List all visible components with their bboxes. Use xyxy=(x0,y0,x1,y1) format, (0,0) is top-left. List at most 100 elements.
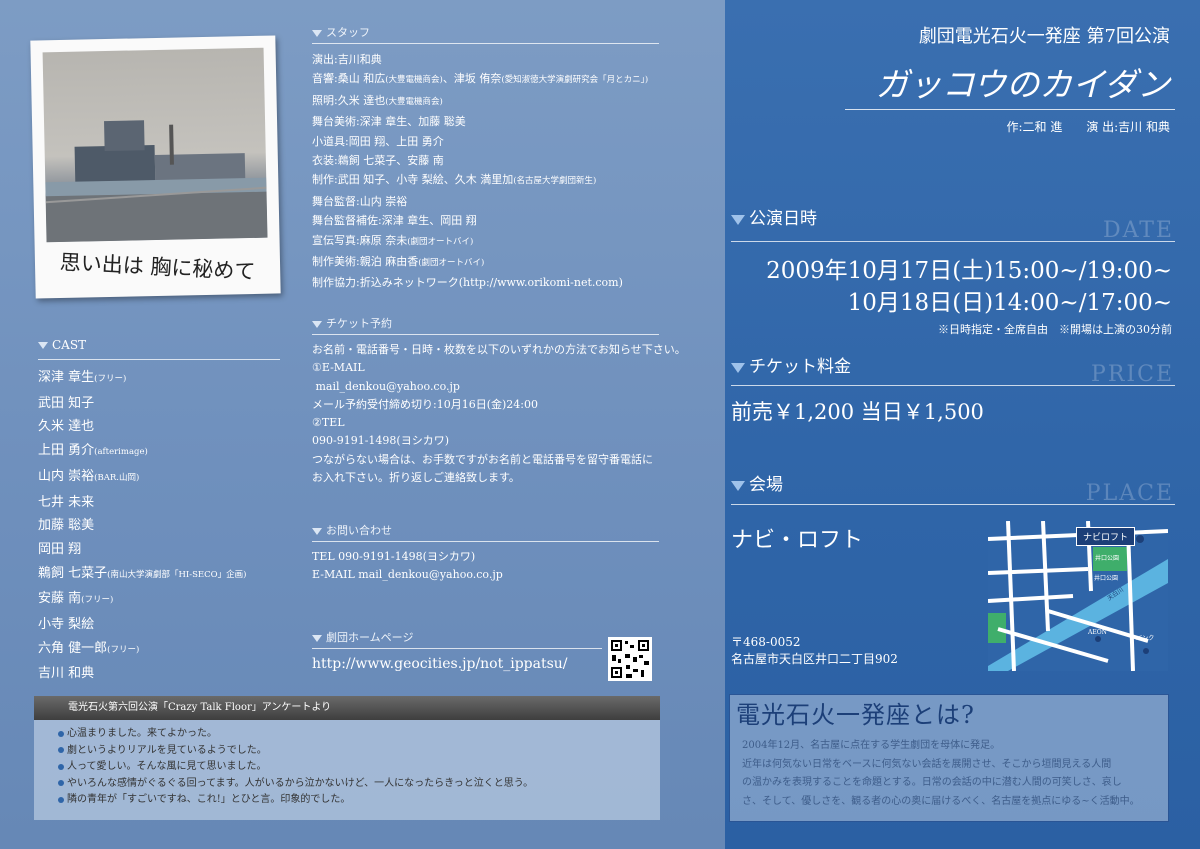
date-heading: 公演日時 xyxy=(731,204,817,229)
cast-name: 久米 達也 xyxy=(38,419,95,435)
bullet-icon xyxy=(58,796,64,803)
staff-name: 舞台監督:山内 崇裕 xyxy=(312,194,408,208)
credits: 作:二和 進 演 出:吉川 和典 xyxy=(1006,120,1170,134)
date-line-2: 10月18日(日)14:00~/17:00~ xyxy=(847,290,1172,316)
triangle-icon xyxy=(312,320,322,328)
bullet-icon xyxy=(58,730,64,737)
divider xyxy=(312,334,659,335)
ticket-line: 090-9191-1498(ヨシカワ) xyxy=(312,434,450,448)
cast-name: 深津 章生 xyxy=(38,370,95,385)
cast-list: 深津 章生(フリー) 武田 知子 久米 達也 上田 勇介(afterimage) 山内 … xyxy=(38,366,246,686)
map-park-label-2: 井口公園 xyxy=(1094,575,1119,582)
survey-title: 電光石火第六回公演「Crazy Talk Floor」アンケートより xyxy=(34,696,660,720)
about-title: 電光石火一発座とは? xyxy=(736,701,975,729)
homepage-heading: 劇団ホームページ xyxy=(312,629,413,645)
about-box: 電光石火一発座とは? 2004年12月、名古屋に点在する学生劇団を母体に発足。近… xyxy=(729,694,1169,822)
divider xyxy=(731,241,1175,242)
cast-name: 上田 勇介 xyxy=(38,443,95,459)
place-watermark: PLACE xyxy=(1085,481,1174,506)
survey-item: やいろんな感情がぐるぐる回ってます。人がいるから泣かないけど、一人になったらきっ… xyxy=(34,776,660,793)
homepage-url[interactable]: http://www.geocities.jp/not_ippatsu/ xyxy=(312,656,568,672)
contact-tel: TEL 090-9191-1498(ヨシカワ) xyxy=(312,550,476,563)
cast-name: 小寺 梨絵 xyxy=(38,617,95,633)
cast-heading: CAST xyxy=(38,338,86,352)
staff-affiliation: (名古屋大学劇団新生) xyxy=(513,176,597,187)
ticket-line: お入れ下さい。折り返しご連絡致します。 xyxy=(312,471,520,485)
building-photo xyxy=(42,47,268,243)
date-title: 公演日時 xyxy=(749,209,817,229)
divider xyxy=(38,359,280,360)
triangle-icon xyxy=(731,362,745,373)
staff-name: 照明:久米 達也 xyxy=(312,93,386,107)
price-watermark: PRICE xyxy=(1091,362,1174,387)
ticket-line: ①E-MAIL xyxy=(312,361,365,375)
cast-name: 岡田 翔 xyxy=(38,541,82,557)
bullet-icon xyxy=(58,763,64,770)
about-line: 近年は何気ない日常をベースに何気ない会話を展開させ、そこから垣間見える人間 xyxy=(742,758,1112,770)
cast-member: 武田 知子 xyxy=(38,392,246,416)
divider xyxy=(731,504,1175,505)
bullet-icon xyxy=(58,747,64,753)
ticket-info: お名前・電話番号・日時・枚数を以下のいずれかの方法でお知らせ下さい。 ①E-MAI… xyxy=(312,341,686,487)
homepage-title: 劇団ホームページ xyxy=(326,631,414,644)
contact-heading: お問い合わせ xyxy=(312,522,392,538)
staff-line: 音響:桑山 和広(大豊電機商会)、津坂 侑奈(愛知淑徳大学演劇研究会「月とカニ」… xyxy=(312,69,648,90)
cast-note: (フリー) xyxy=(81,595,114,606)
triangle-icon xyxy=(731,480,745,491)
staff-name-2: 、津坂 侑奈 xyxy=(442,72,502,86)
cast-member: 久米 達也 xyxy=(38,415,246,439)
staff-line: 小道具:岡田 翔、上田 勇介 xyxy=(312,132,648,151)
about-line: さ、そして、優しさを、観る者の心の奥に届けるべく、名古屋を拠点にゆる~く活動中。 xyxy=(742,795,1140,807)
polaroid-caption: 思い出は 胸に秘めて xyxy=(59,250,256,284)
cast-member: 吉川 和典 xyxy=(38,662,246,686)
survey-item: 心温まりました。来てよかった。 xyxy=(34,726,660,743)
cast-title: CAST xyxy=(52,338,87,352)
triangle-icon xyxy=(38,342,48,349)
date-watermark: DATE xyxy=(1102,218,1174,243)
cast-member: 深津 章生(フリー) xyxy=(38,366,246,392)
contact-info: TEL 090-9191-1498(ヨシカワ) E-MAIL mail_denk… xyxy=(312,548,503,585)
ticket-title: チケット予約 xyxy=(326,317,392,330)
cast-name: 安藤 南 xyxy=(38,591,82,607)
cast-member: 岡田 翔 xyxy=(38,538,246,562)
staff-list: 演出:吉川和典 音響:桑山 和広(大豊電機商会)、津坂 侑奈(愛知淑徳大学演劇研究… xyxy=(312,50,648,293)
staff-line: 照明:久米 達也(大豊電機商会) xyxy=(312,91,648,112)
triangle-icon xyxy=(312,527,322,535)
divider xyxy=(312,541,659,542)
survey-item: 人って愛しい。そんな風に見て思いました。 xyxy=(34,759,660,776)
price-text: 前売￥1,200 当日￥1,500 xyxy=(731,400,984,424)
about-text: 2004年12月、名古屋に点在する学生劇団を母体に発足。 近年は何気ない日常をベー… xyxy=(742,737,1162,811)
divider xyxy=(731,385,1175,386)
company-subtitle: 劇団電光石火一発座 第7回公演 xyxy=(918,26,1170,47)
ticket-line: つながらない場合は、お手数ですがお名前と電話番号を留守番電話に xyxy=(312,452,653,466)
cast-name: 武田 知子 xyxy=(38,395,95,411)
divider xyxy=(312,43,659,44)
staff-name: 舞台監督補佐:深津 章生、岡田 翔 xyxy=(312,214,477,228)
place-heading: 会場 xyxy=(731,470,783,495)
staff-line: 演出:吉川和典 xyxy=(312,50,648,69)
staff-line: 舞台監督補佐:深津 章生、岡田 翔 xyxy=(312,211,648,230)
cast-member: 上田 勇介(afterimage) xyxy=(38,439,246,465)
staff-line: 宣伝写真:麻原 奈未(劇団オートバイ) xyxy=(312,231,648,252)
ticket-line: お名前・電話番号・日時・枚数を以下のいずれかの方法でお知らせ下さい。 xyxy=(312,343,686,356)
survey-text: 心温まりました。来てよかった。 xyxy=(67,728,217,739)
ticket-line: mail_denkou@yahoo.co.jp xyxy=(312,379,460,393)
cast-note: (フリー) xyxy=(94,374,127,384)
cast-member: 安藤 南(フリー) xyxy=(38,587,246,613)
cast-member: 鵜飼 七菜子(南山大学演劇部「HI-SECO」企画) xyxy=(38,562,246,588)
venue-map: ナビロフト 井口公園 井口公園 天白川 AEON バンク xyxy=(988,521,1168,671)
staff-affiliation: (大豊電機商会) xyxy=(385,75,443,86)
staff-title: スタッフ xyxy=(326,26,370,39)
left-panel: 思い出は 胸に秘めて スタッフ 演出:吉川和典 音響:桑山 和広(大豊電機商会)、… xyxy=(0,0,725,849)
survey-box: 電光石火第六回公演「Crazy Talk Floor」アンケートより 心温まりま… xyxy=(34,696,660,820)
cast-note: (afterimage) xyxy=(94,447,148,458)
price-heading: チケット料金 xyxy=(731,352,851,377)
staff-affiliation: (劇団オートバイ) xyxy=(407,236,474,247)
staff-affiliation: (大豊電機商会) xyxy=(385,96,443,107)
cast-member: 山内 崇裕(BAR.山岡) xyxy=(38,465,246,491)
cast-name: 吉川 和典 xyxy=(38,666,95,682)
staff-line: 衣装:鵜飼 七菜子、安藤 南 xyxy=(312,151,648,170)
staff-line: 制作美術:親泊 麻由香(劇団オートバイ) xyxy=(312,252,648,273)
staff-name: 制作:武田 知子、小寺 梨絵、久木 満里加 xyxy=(312,173,514,187)
cast-member: 七井 未来 xyxy=(38,491,246,515)
